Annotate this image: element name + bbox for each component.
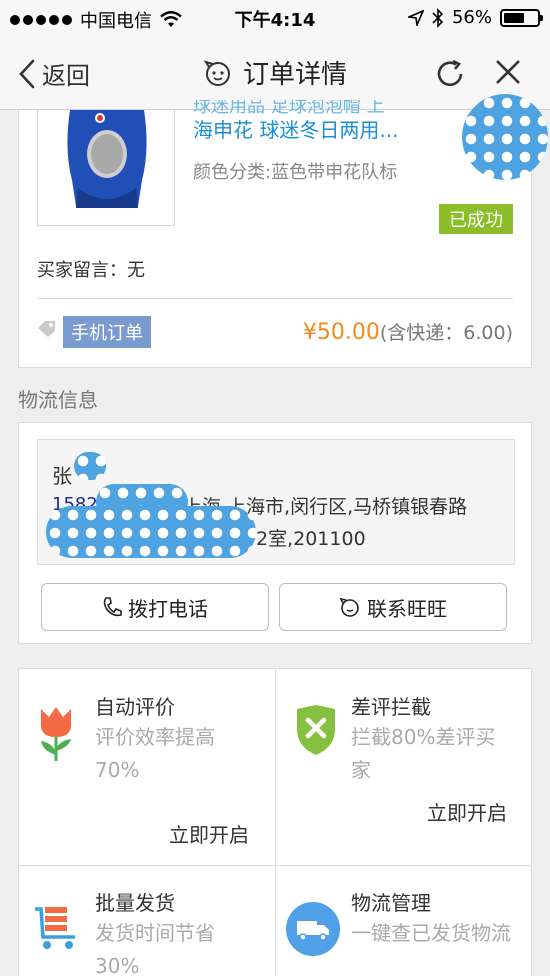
order-price: ¥50.00	[302, 320, 380, 345]
tools-grid: 自动评价 评价效率提高70% 立即开启 差评拦截 拦截80%差评买家 立即开启 …	[18, 668, 532, 976]
phone-icon	[103, 597, 122, 617]
status-badge: 已成功	[439, 204, 513, 234]
tulip-icon	[41, 707, 71, 761]
page-title-text: 订单详情	[242, 60, 347, 90]
tag-icon	[38, 321, 55, 337]
product-title-line1: 球迷用品 足球泡泡帽 上	[193, 100, 385, 114]
truck-icon	[286, 902, 340, 956]
product-title-line2: 海申花 球迷冬日两用...	[193, 118, 399, 142]
name-redaction	[74, 452, 106, 480]
product-image[interactable]	[37, 110, 175, 226]
tool-desc: 发货时间节省30%	[95, 921, 215, 976]
divider	[37, 298, 513, 299]
logistics-section-title: 物流信息	[18, 388, 98, 412]
bluetooth-icon	[432, 7, 444, 28]
wangwang-icon	[339, 597, 359, 617]
receiver-name: 张	[52, 464, 72, 488]
address-line2: 2室,201100	[256, 528, 366, 550]
wangwang-face-icon	[203, 59, 230, 86]
mobile-order-tag: 手机订单	[63, 316, 151, 348]
grid-divider-vertical	[275, 669, 276, 976]
battery-percent: 56%	[451, 7, 492, 28]
tool-desc: 一键查已发货物流	[351, 921, 511, 945]
cart-icon	[35, 907, 75, 949]
tool-enable-link[interactable]: 立即开启	[427, 797, 507, 826]
close-icon[interactable]	[494, 58, 522, 86]
call-button-label: 拨打电话	[128, 596, 208, 621]
tool-enable-link[interactable]: 立即开启	[169, 819, 249, 848]
wangwang-button-label: 联系旺旺	[367, 596, 447, 621]
product-sku: 颜色分类:蓝色带申花队标	[193, 162, 398, 183]
buyer-message: 买家留言：无	[37, 260, 145, 281]
price-row: ¥50.00(含快递：6.00)	[303, 318, 513, 345]
tool-title: 物流管理	[351, 891, 431, 915]
tool-title: 差评拦截	[351, 695, 431, 719]
hat-product-photo	[38, 110, 174, 225]
status-bar: 中国电信 下午4:14 56%	[0, 0, 550, 36]
tool-desc: 评价效率提高70%	[95, 725, 215, 782]
page-title: 订单详情	[0, 54, 550, 91]
order-card: 球迷用品 足球泡泡帽 上 海申花 球迷冬日两用... 颜色分类:蓝色带申花队标 …	[18, 100, 532, 368]
location-arrow-icon	[407, 9, 424, 26]
product-title[interactable]: 球迷用品 足球泡泡帽 上 海申花 球迷冬日两用...	[193, 100, 493, 146]
shield-x-icon	[297, 705, 335, 755]
refresh-icon[interactable]	[434, 58, 466, 90]
shipping-fee: (含快递：6.00)	[379, 322, 513, 344]
tool-desc: 拦截80%差评买家	[351, 725, 496, 782]
tool-title: 批量发货	[95, 891, 175, 915]
status-right: 56%	[407, 7, 543, 28]
grid-divider-horizontal	[19, 865, 531, 866]
avatar-redaction	[462, 94, 548, 180]
tool-title: 自动评价	[95, 695, 175, 719]
navigation-bar: 返回 订单详情	[0, 36, 550, 110]
call-button[interactable]: 拨打电话	[41, 583, 269, 631]
address-redaction-2	[46, 506, 256, 558]
battery-icon	[500, 8, 543, 27]
contact-wangwang-button[interactable]: 联系旺旺	[279, 583, 507, 631]
